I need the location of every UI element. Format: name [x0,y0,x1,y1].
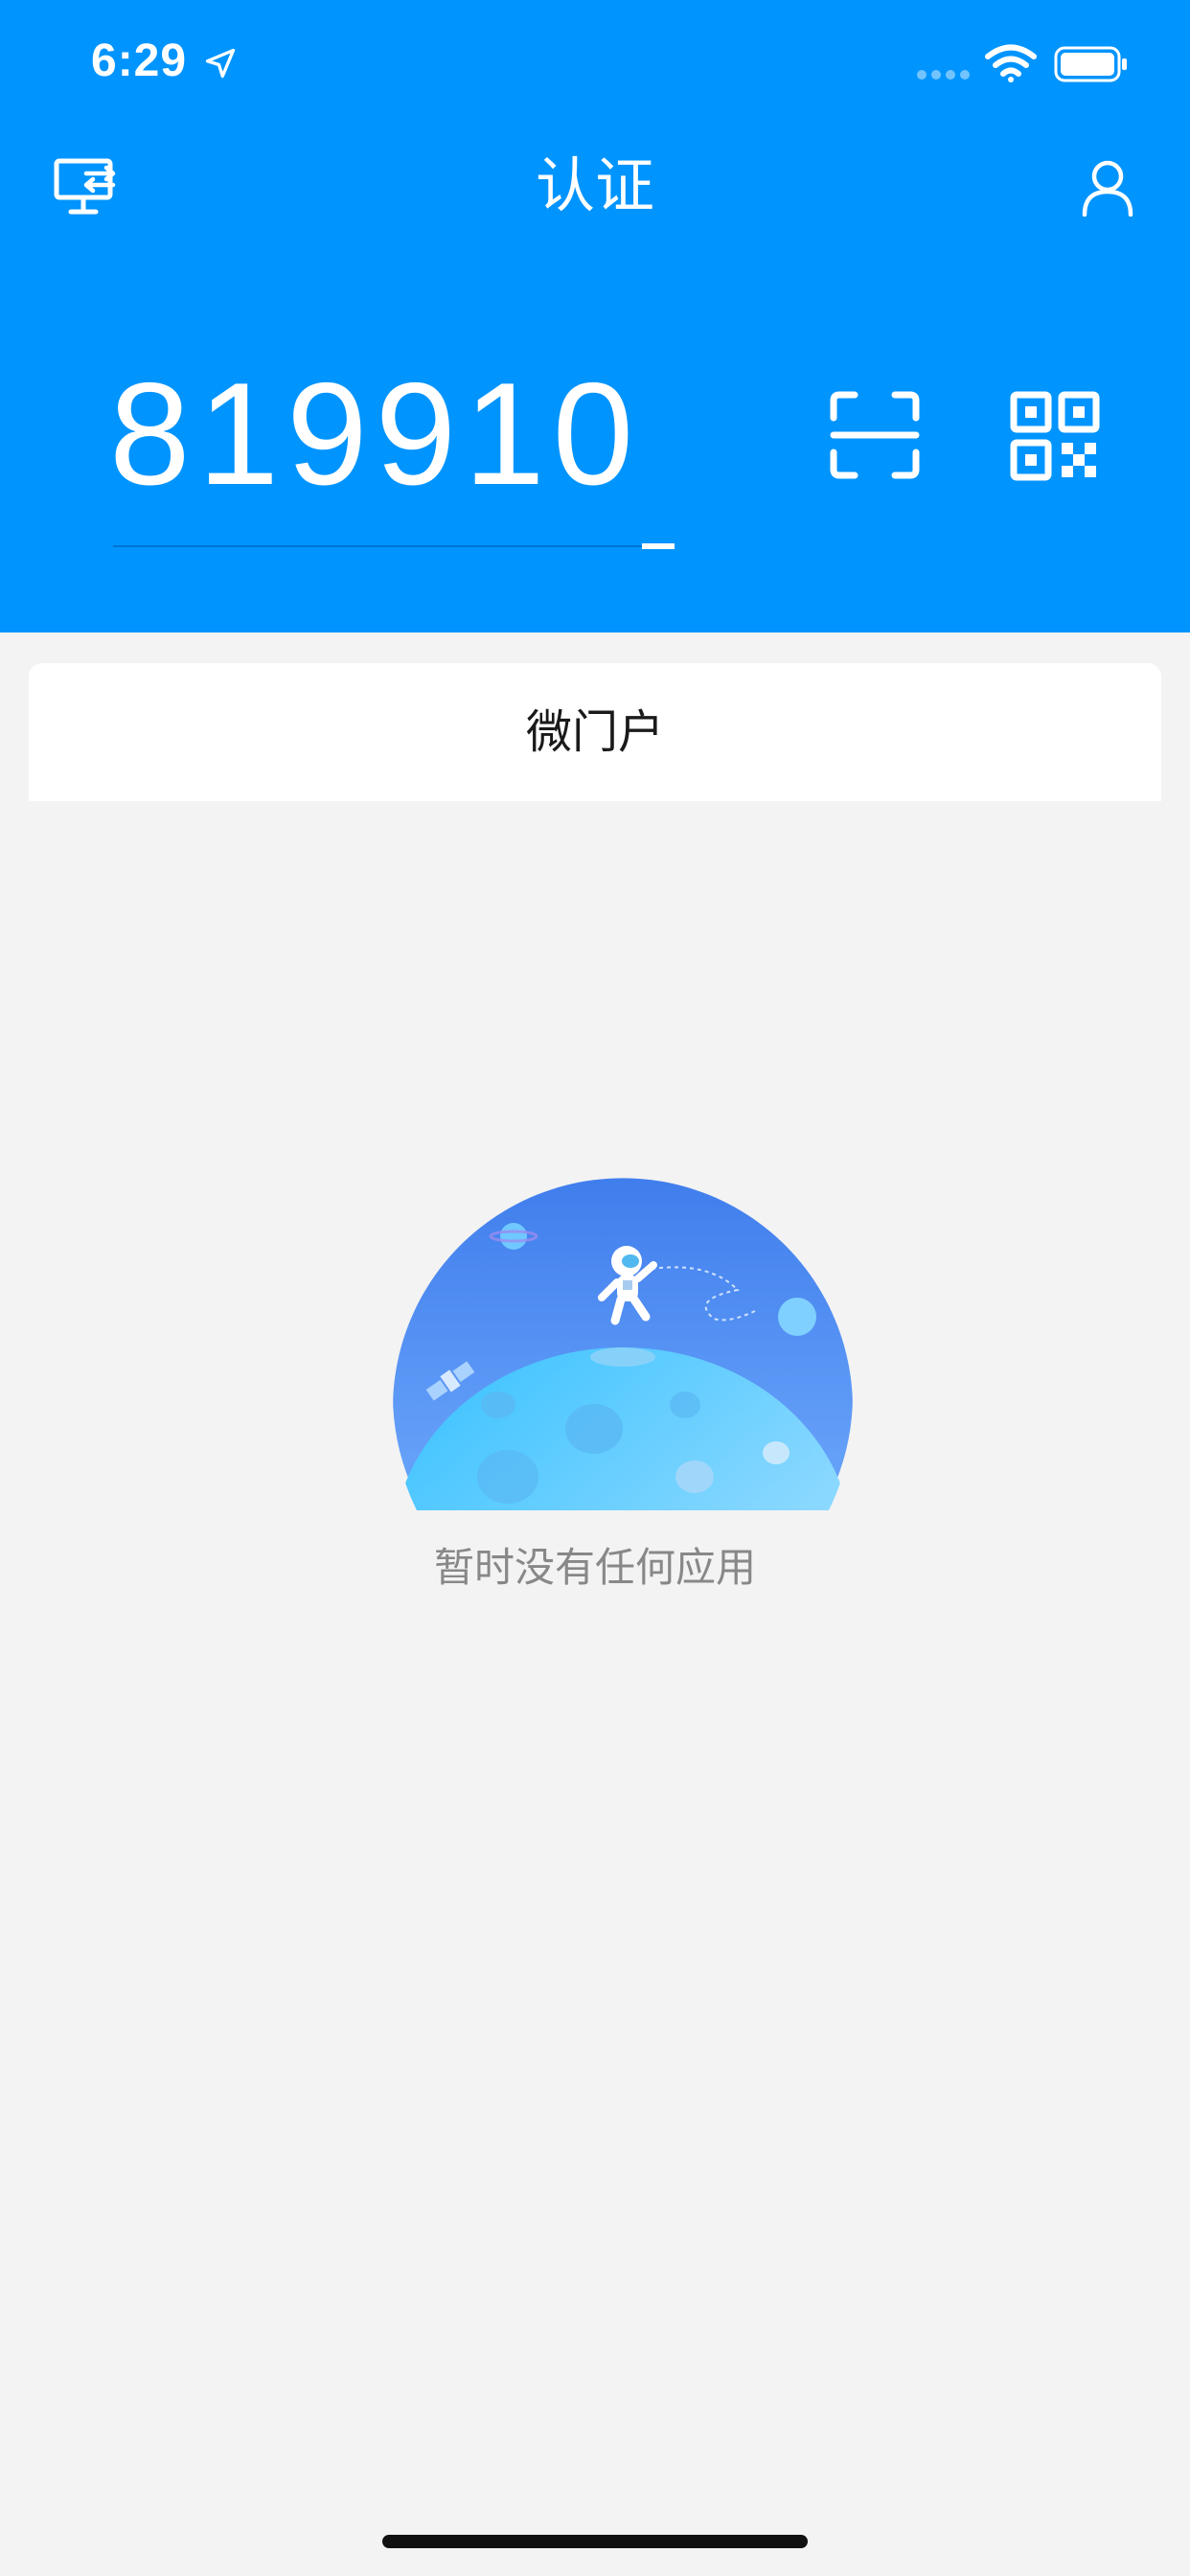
user-icon[interactable] [1081,159,1134,217]
page-title: 认证 [535,150,654,220]
empty-state-message: 暂时没有任何应用 [433,1544,756,1591]
auth-code: 819910 [109,353,642,516]
header: 6:29 认证 819910 [0,0,1190,632]
location-arrow-icon [205,48,236,79]
code-progress-indicator [642,543,675,549]
signal-icon [917,70,970,80]
battery-icon [1054,46,1127,82]
home-indicator[interactable] [382,2535,808,2548]
astronaut-planet-illustration [393,1178,853,1510]
tab-label: 微门户 [525,705,664,759]
status-time: 6:29 [91,35,188,86]
tab-micro-portal[interactable]: 微门户 [29,663,1161,801]
wifi-icon [985,44,1037,82]
scan-icon[interactable] [830,391,920,479]
code-progress-track [113,545,642,547]
qr-code-icon[interactable] [1010,391,1100,481]
